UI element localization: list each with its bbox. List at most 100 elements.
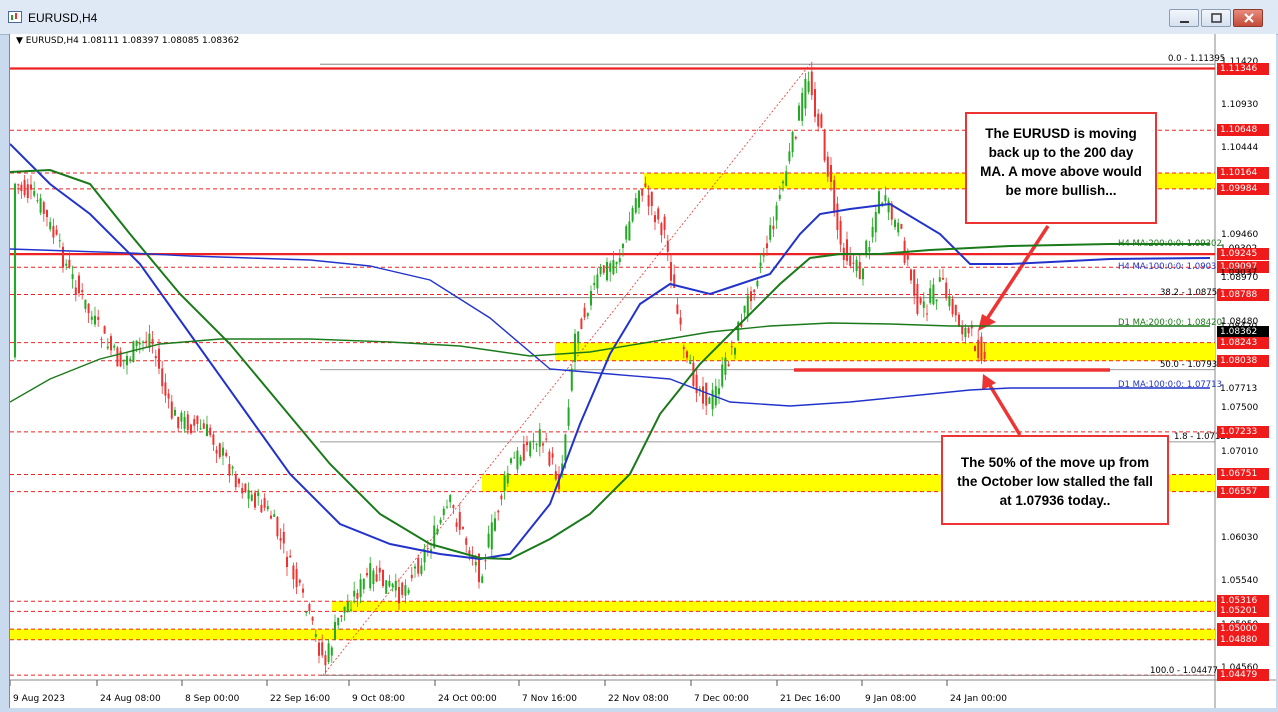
dropdown-triangle-icon[interactable]: ▼ — [16, 36, 26, 46]
time-axis-label: 24 Jan 00:00 — [950, 694, 1007, 704]
price-tag-red: 1.04880 — [1217, 633, 1269, 646]
candle-body — [682, 346, 685, 350]
candle-body — [490, 522, 493, 550]
fib-level-50: 50.0 - 1.07936 — [1160, 360, 1223, 370]
candle-body — [922, 301, 925, 308]
candle-body — [74, 287, 77, 295]
candle-body — [225, 452, 228, 457]
candle-body — [183, 417, 186, 429]
price-tag-red: 1.04479 — [1217, 669, 1269, 682]
candle-body — [446, 506, 448, 508]
candle-body — [375, 574, 378, 582]
candle-body — [116, 347, 119, 367]
price-tag-red: 1.08788 — [1217, 288, 1269, 301]
candle-body — [484, 560, 487, 562]
candle-body — [420, 565, 423, 574]
candle-body — [823, 129, 826, 161]
candle-body — [522, 444, 525, 461]
candle-body — [282, 531, 285, 544]
candle-body — [529, 442, 532, 457]
candle-body — [458, 512, 461, 530]
candle-body — [964, 327, 967, 338]
candle-body — [772, 225, 775, 230]
candle-body — [39, 198, 42, 213]
candle-body — [17, 184, 20, 186]
candle-body — [865, 240, 868, 256]
candle-body — [606, 261, 608, 281]
candle-body — [935, 299, 938, 302]
ma-label-h4-200: H4 MA:200:0:0: 1.09302 — [1118, 239, 1222, 249]
candle-body — [580, 318, 583, 330]
candle-body — [302, 588, 304, 593]
candle-body — [106, 346, 109, 349]
candle-body — [746, 295, 749, 317]
candle-body — [241, 488, 244, 494]
candle-body — [321, 642, 324, 656]
time-axis-label: 24 Oct 00:00 — [438, 694, 497, 704]
candle-body — [810, 71, 813, 96]
candle-body — [244, 483, 247, 492]
chart-window-icon — [8, 11, 22, 23]
candle-body — [270, 515, 272, 519]
candle-body — [65, 263, 68, 266]
candle-body — [983, 351, 986, 359]
candle-body — [410, 574, 413, 579]
candle-body — [452, 505, 455, 509]
candle-body — [503, 475, 506, 491]
candle-body — [33, 191, 36, 196]
candle-body — [884, 195, 887, 202]
price-axis-label: 1.10930 — [1221, 100, 1259, 111]
minimize-button[interactable] — [1169, 9, 1199, 27]
time-axis-label: 8 Sep 00:00 — [185, 694, 240, 704]
candle-body — [263, 498, 266, 508]
candle-body — [129, 358, 132, 360]
candle-body — [622, 243, 624, 248]
restore-button[interactable] — [1201, 9, 1231, 27]
candle-body — [967, 327, 970, 334]
candle-body — [932, 284, 935, 305]
candle-body — [977, 339, 980, 358]
candle-body — [174, 409, 176, 416]
candle-body — [762, 255, 765, 257]
candle-body — [497, 510, 500, 513]
candle-body — [234, 474, 237, 488]
candle-body — [526, 441, 528, 446]
candle-body — [849, 255, 852, 266]
price-axis-label: 1.07010 — [1221, 446, 1259, 457]
candle-body — [567, 407, 570, 426]
candle-body — [743, 305, 746, 313]
candle-body — [23, 179, 26, 196]
candle-body — [730, 346, 733, 348]
candle-body — [794, 136, 797, 139]
candle-body — [42, 202, 45, 214]
candle-body — [839, 220, 842, 245]
price-chart[interactable]: ▼ EURUSD,H4 1.08111 1.08397 1.08085 1.08… — [9, 34, 1276, 708]
candle-body — [439, 519, 442, 524]
candle-body — [279, 538, 282, 541]
close-button[interactable] — [1233, 9, 1263, 27]
candle-body — [510, 458, 512, 464]
candle-body — [394, 580, 397, 591]
candle-body — [554, 471, 557, 480]
candle-body — [826, 156, 829, 177]
candle-body — [442, 508, 445, 516]
candle-body — [330, 647, 333, 656]
symbol-ohlc-text: EURUSD,H4 1.08111 1.08397 1.08085 1.0836… — [25, 36, 240, 46]
candle-body — [414, 566, 416, 569]
candle-body — [615, 262, 618, 265]
candle-body — [87, 303, 90, 314]
candle-body — [132, 341, 135, 362]
candle-body — [641, 189, 644, 196]
candle-body — [910, 269, 912, 281]
window-title: EURUSD,H4 — [28, 11, 98, 25]
candle-body — [94, 315, 96, 325]
price-tag-red: 1.08243 — [1217, 336, 1269, 349]
candle-body — [506, 473, 509, 484]
candle-body — [625, 226, 628, 240]
candle-body — [647, 195, 650, 207]
candle-body — [590, 290, 592, 306]
candle-body — [798, 105, 800, 121]
candle-body — [382, 569, 384, 587]
candle-body — [113, 345, 116, 348]
candle-body — [750, 291, 752, 302]
